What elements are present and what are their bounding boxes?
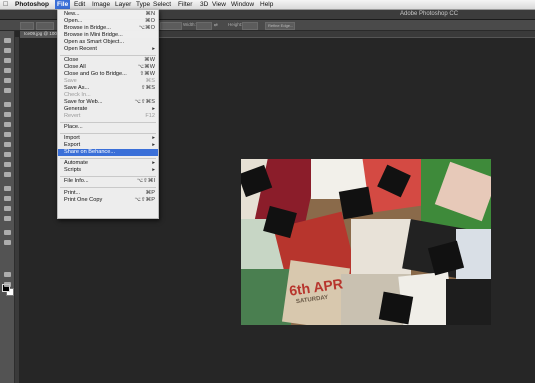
- photo-collage-piece: [446, 279, 491, 325]
- menu-item-export[interactable]: Export ▸: [58, 142, 158, 149]
- menu-separator: [60, 176, 156, 177]
- clone-stamp-icon[interactable]: [2, 121, 12, 128]
- zoom-tool-icon[interactable]: [2, 239, 12, 246]
- menu-item-print[interactable]: Print... ⌘P: [58, 190, 158, 197]
- menu-3d[interactable]: 3D: [200, 0, 208, 9]
- menu-item-file-info[interactable]: File Info... ⌥⇧⌘I: [58, 178, 158, 185]
- menu-type[interactable]: Type: [136, 0, 150, 9]
- menu-item-close[interactable]: Close ⌘W: [58, 57, 158, 64]
- menu-item-print-one-copy[interactable]: Print One Copy ⌥⇧⌘P: [58, 197, 158, 204]
- menu-item-close-go-bridge[interactable]: Close and Go to Bridge... ⇧⌘W: [58, 71, 158, 78]
- width-field[interactable]: [196, 22, 212, 30]
- menu-item-revert[interactable]: Revert F12: [58, 113, 158, 120]
- menu-view[interactable]: View: [212, 0, 226, 9]
- menu-item-automate[interactable]: Automate ▸: [58, 160, 158, 167]
- menu-separator: [60, 55, 156, 56]
- menu-item-new[interactable]: New... ⌘N: [58, 11, 158, 18]
- shape-tool-icon[interactable]: [2, 215, 12, 222]
- logo-card-piece: [338, 186, 374, 220]
- lasso-tool-icon[interactable]: [2, 57, 12, 64]
- selection-mode-buttons[interactable]: [36, 22, 54, 30]
- menu-separator: [60, 122, 156, 123]
- menu-item-browse-bridge[interactable]: Browse in Bridge... ⌥⌘O: [58, 25, 158, 32]
- ruler-left: [15, 37, 19, 383]
- feather-field[interactable]: [160, 22, 182, 30]
- menu-layer[interactable]: Layer: [115, 0, 131, 9]
- menu-item-open[interactable]: Open... ⌘O: [58, 18, 158, 25]
- screen-mode-icon[interactable]: [2, 281, 12, 288]
- menu-item-share-behance[interactable]: Share on Behance...: [58, 149, 158, 156]
- menu-item-save[interactable]: Save ⌘S: [58, 78, 158, 85]
- menu-help[interactable]: Help: [260, 0, 273, 9]
- menu-item-browse-mini-bridge[interactable]: Browse in Mini Bridge...: [58, 32, 158, 39]
- tool-preset-picker[interactable]: [20, 22, 34, 30]
- dodge-tool-icon[interactable]: [2, 171, 12, 178]
- healing-brush-icon[interactable]: [2, 101, 12, 108]
- menu-edit[interactable]: Edit: [74, 0, 85, 9]
- menu-window[interactable]: Window: [231, 0, 254, 9]
- gradient-tool-icon[interactable]: [2, 151, 12, 158]
- hand-tool-icon[interactable]: [2, 229, 12, 236]
- type-tool-icon[interactable]: [2, 195, 12, 202]
- menu-item-generate[interactable]: Generate ▸: [58, 106, 158, 113]
- move-tool-icon[interactable]: [2, 37, 12, 44]
- menu-separator: [60, 133, 156, 134]
- menu-item-open-smart-object[interactable]: Open as Smart Object...: [58, 39, 158, 46]
- menu-separator: [60, 187, 156, 188]
- menu-item-import[interactable]: Import ▸: [58, 135, 158, 142]
- tools-panel: [0, 31, 15, 383]
- menu-file[interactable]: File: [55, 0, 71, 9]
- menu-item-scripts[interactable]: Scripts ▸: [58, 167, 158, 174]
- document-canvas[interactable]: 6th APR SATURDAY: [241, 159, 491, 325]
- history-brush-icon[interactable]: [2, 131, 12, 138]
- eyedropper-tool-icon[interactable]: [2, 87, 12, 94]
- path-select-tool-icon[interactable]: [2, 205, 12, 212]
- height-label: Height:: [228, 22, 243, 27]
- apple-icon[interactable]: : [3, 1, 8, 8]
- file-menu: New... ⌘N Open... ⌘O Browse in Bridge... ⌥⌘…: [57, 9, 159, 219]
- menu-separator: [60, 158, 156, 159]
- pen-tool-icon[interactable]: [2, 185, 12, 192]
- menu-filter[interactable]: Filter: [178, 0, 192, 9]
- refine-edge-button[interactable]: Refine Edge...: [265, 22, 295, 30]
- menu-item-place[interactable]: Place...: [58, 124, 158, 131]
- menu-item-save-for-web[interactable]: Save for Web... ⌥⇧⌘S: [58, 99, 158, 106]
- brush-tool-icon[interactable]: [2, 111, 12, 118]
- menu-item-close-all[interactable]: Close All ⌥⌘W: [58, 64, 158, 71]
- eraser-tool-icon[interactable]: [2, 141, 12, 148]
- blur-tool-icon[interactable]: [2, 161, 12, 168]
- height-field[interactable]: [242, 22, 258, 30]
- swap-icon[interactable]: ⇄: [214, 21, 218, 29]
- app-title: Adobe Photoshop CC: [400, 11, 459, 17]
- marquee-tool-icon[interactable]: [2, 47, 12, 54]
- logo-card-piece: [378, 291, 414, 325]
- menu-photoshop[interactable]: Photoshop: [15, 0, 49, 9]
- menu-image[interactable]: Image: [92, 0, 110, 9]
- menu-select[interactable]: Select: [153, 0, 171, 9]
- menu-item-check-in[interactable]: Check In...: [58, 92, 158, 99]
- width-label: Width:: [183, 22, 196, 27]
- menu-item-open-recent[interactable]: Open Recent ▸: [58, 46, 158, 53]
- quick-select-tool-icon[interactable]: [2, 67, 12, 74]
- crop-tool-icon[interactable]: [2, 77, 12, 84]
- quick-mask-icon[interactable]: [2, 271, 12, 278]
- menu-item-save-as[interactable]: Save As... ⇧⌘S: [58, 85, 158, 92]
- photo-collage-piece: [351, 219, 411, 279]
